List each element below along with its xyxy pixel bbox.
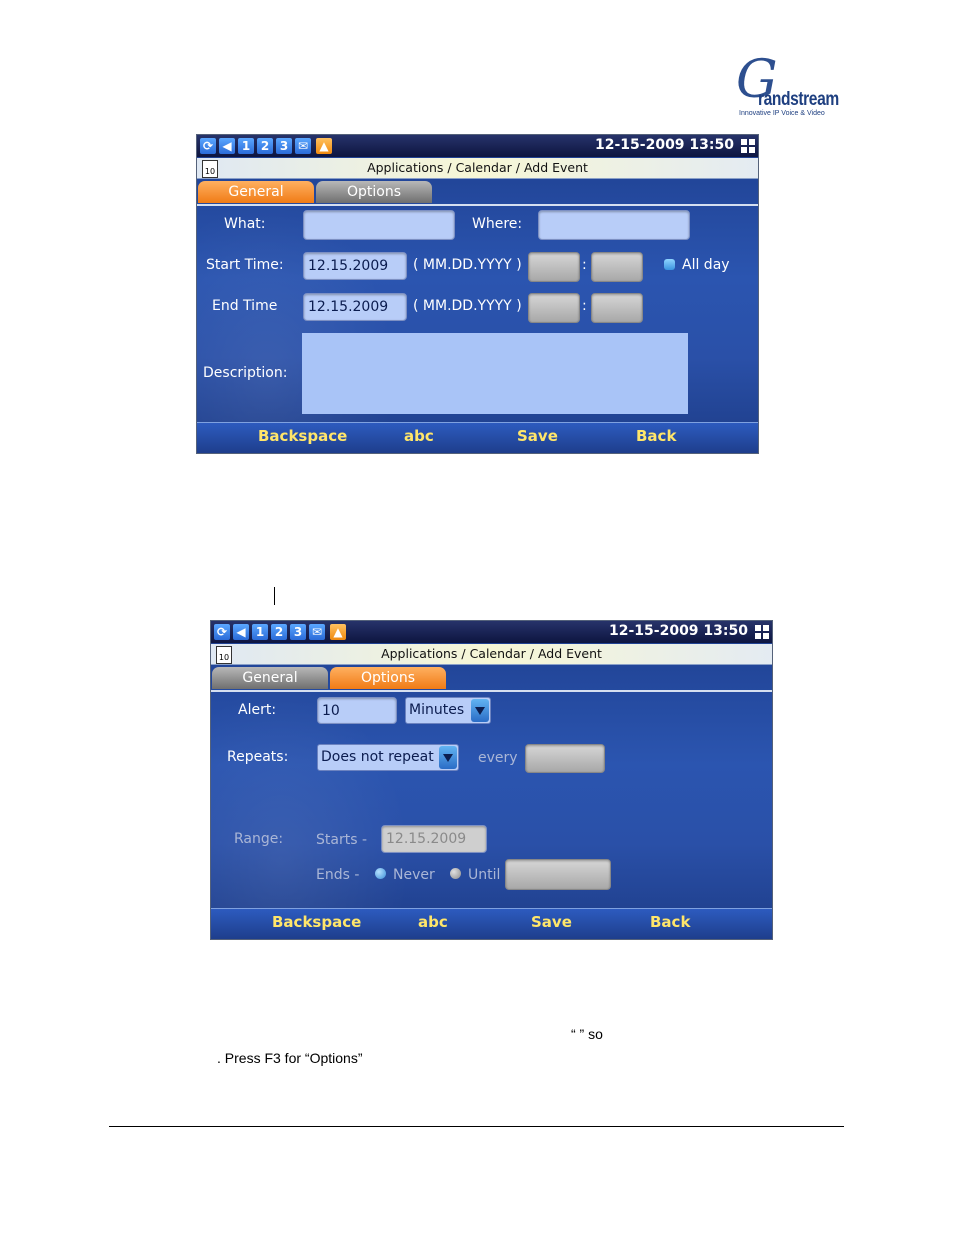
where-input[interactable] — [538, 210, 690, 240]
refresh-icon: ⟳ — [214, 624, 230, 640]
end-minute-input[interactable] — [591, 293, 643, 323]
line-1-icon[interactable]: 1 — [252, 624, 268, 640]
repeats-value: Does not repeat — [321, 749, 434, 765]
softkey-bar: Backspace abc Save Back — [197, 422, 758, 453]
line-2-icon[interactable]: 2 — [271, 624, 287, 640]
volume-icon: ◀ — [233, 624, 249, 640]
what-label: What: — [224, 216, 266, 232]
title-bar: 10 Applications / Calendar / Add Event — [211, 644, 772, 665]
start-date-format: ( MM.DD.YYYY ) — [413, 257, 522, 273]
what-input[interactable] — [303, 210, 455, 240]
breadcrumb: Applications / Calendar / Add Event — [381, 646, 602, 661]
never-radio[interactable] — [375, 868, 386, 879]
save-softkey[interactable]: Save — [531, 913, 572, 931]
end-time-colon: : — [582, 298, 587, 314]
caption-quote-fragment: “ ” so — [571, 1026, 603, 1042]
status-datetime: 12-15-2009 13:50 — [595, 137, 734, 153]
end-date-input[interactable]: 12.15.2009 — [303, 293, 407, 321]
every-label: every — [478, 750, 518, 766]
footer-divider — [109, 1126, 844, 1127]
refresh-icon: ⟳ — [200, 138, 216, 154]
start-time-label: Start Time: — [206, 257, 284, 273]
description-label: Description: — [203, 365, 288, 381]
tab-bar: General Options — [197, 180, 758, 206]
line-3-icon[interactable]: 3 — [290, 624, 306, 640]
end-date-format: ( MM.DD.YYYY ) — [413, 298, 522, 314]
tab-bar: General Options — [211, 666, 772, 692]
abc-softkey[interactable]: abc — [404, 427, 434, 445]
alert-label: Alert: — [238, 702, 277, 718]
end-hour-input[interactable] — [528, 293, 580, 323]
chevron-down-icon[interactable] — [471, 699, 489, 722]
alert-unit-select[interactable]: Minutes — [405, 697, 491, 724]
repeats-label: Repeats: — [227, 749, 289, 765]
backspace-softkey[interactable]: Backspace — [272, 913, 361, 931]
until-label: Until — [468, 867, 501, 883]
grandstream-logo: G randstream Innovative IP Voice & Video — [736, 54, 840, 122]
logo-word: randstream — [758, 89, 839, 110]
repeats-select[interactable]: Does not repeat — [317, 744, 459, 771]
starts-label: Starts - — [316, 832, 367, 848]
until-radio[interactable] — [450, 868, 461, 879]
every-input[interactable] — [525, 744, 605, 773]
tab-general[interactable]: General — [198, 181, 314, 203]
line-3-icon[interactable]: 3 — [276, 138, 292, 154]
backspace-softkey[interactable]: Backspace — [258, 427, 347, 445]
never-label: Never — [393, 867, 435, 883]
all-day-checkbox[interactable] — [664, 259, 675, 270]
menu-grid-icon[interactable] — [741, 139, 755, 153]
description-textarea[interactable] — [302, 333, 688, 414]
back-softkey[interactable]: Back — [636, 427, 676, 445]
start-hour-input[interactable] — [528, 252, 580, 282]
end-time-label: End Time — [212, 298, 278, 314]
title-bar: 10 Applications / Calendar / Add Event — [197, 158, 758, 179]
logo-tagline: Innovative IP Voice & Video — [739, 110, 825, 117]
alert-unit-value: Minutes — [409, 702, 465, 718]
add-event-options-screen: ⟳ ◀ 1 2 3 ✉ ▲ 12-15-2009 13:50 10 Applic… — [210, 620, 773, 940]
tab-options[interactable]: Options — [316, 181, 432, 203]
where-label: Where: — [472, 216, 523, 232]
status-bar: ⟳ ◀ 1 2 3 ✉ ▲ 12-15-2009 13:50 — [197, 135, 758, 157]
abc-softkey[interactable]: abc — [418, 913, 448, 931]
ends-label: Ends - — [316, 867, 360, 883]
save-softkey[interactable]: Save — [517, 427, 558, 445]
caption-press-options: . Press F3 for “Options” — [217, 1050, 363, 1066]
email-icon: ✉ — [295, 138, 311, 154]
add-event-general-screen: ⟳ ◀ 1 2 3 ✉ ▲ 12-15-2009 13:50 10 Applic… — [196, 134, 759, 454]
start-date-input[interactable]: 12.15.2009 — [303, 252, 407, 280]
email-icon: ✉ — [309, 624, 325, 640]
alert-icon: ▲ — [330, 624, 346, 640]
text-cursor — [274, 587, 275, 605]
start-time-colon: : — [582, 257, 587, 273]
menu-grid-icon[interactable] — [755, 625, 769, 639]
alert-value-input[interactable]: 10 — [317, 697, 397, 724]
range-label: Range: — [234, 831, 284, 847]
volume-icon: ◀ — [219, 138, 235, 154]
back-softkey[interactable]: Back — [650, 913, 690, 931]
breadcrumb: Applications / Calendar / Add Event — [367, 160, 588, 175]
status-datetime: 12-15-2009 13:50 — [609, 623, 748, 639]
all-day-label: All day — [682, 257, 730, 273]
start-minute-input[interactable] — [591, 252, 643, 282]
line-1-icon[interactable]: 1 — [238, 138, 254, 154]
alert-icon: ▲ — [316, 138, 332, 154]
until-date-input[interactable] — [505, 859, 611, 890]
chevron-down-icon[interactable] — [439, 746, 457, 769]
status-bar: ⟳ ◀ 1 2 3 ✉ ▲ 12-15-2009 13:50 — [211, 621, 772, 643]
tab-options[interactable]: Options — [330, 667, 446, 689]
tab-general[interactable]: General — [212, 667, 328, 689]
line-2-icon[interactable]: 2 — [257, 138, 273, 154]
starts-date-input[interactable]: 12.15.2009 — [381, 825, 487, 853]
softkey-bar: Backspace abc Save Back — [211, 908, 772, 939]
